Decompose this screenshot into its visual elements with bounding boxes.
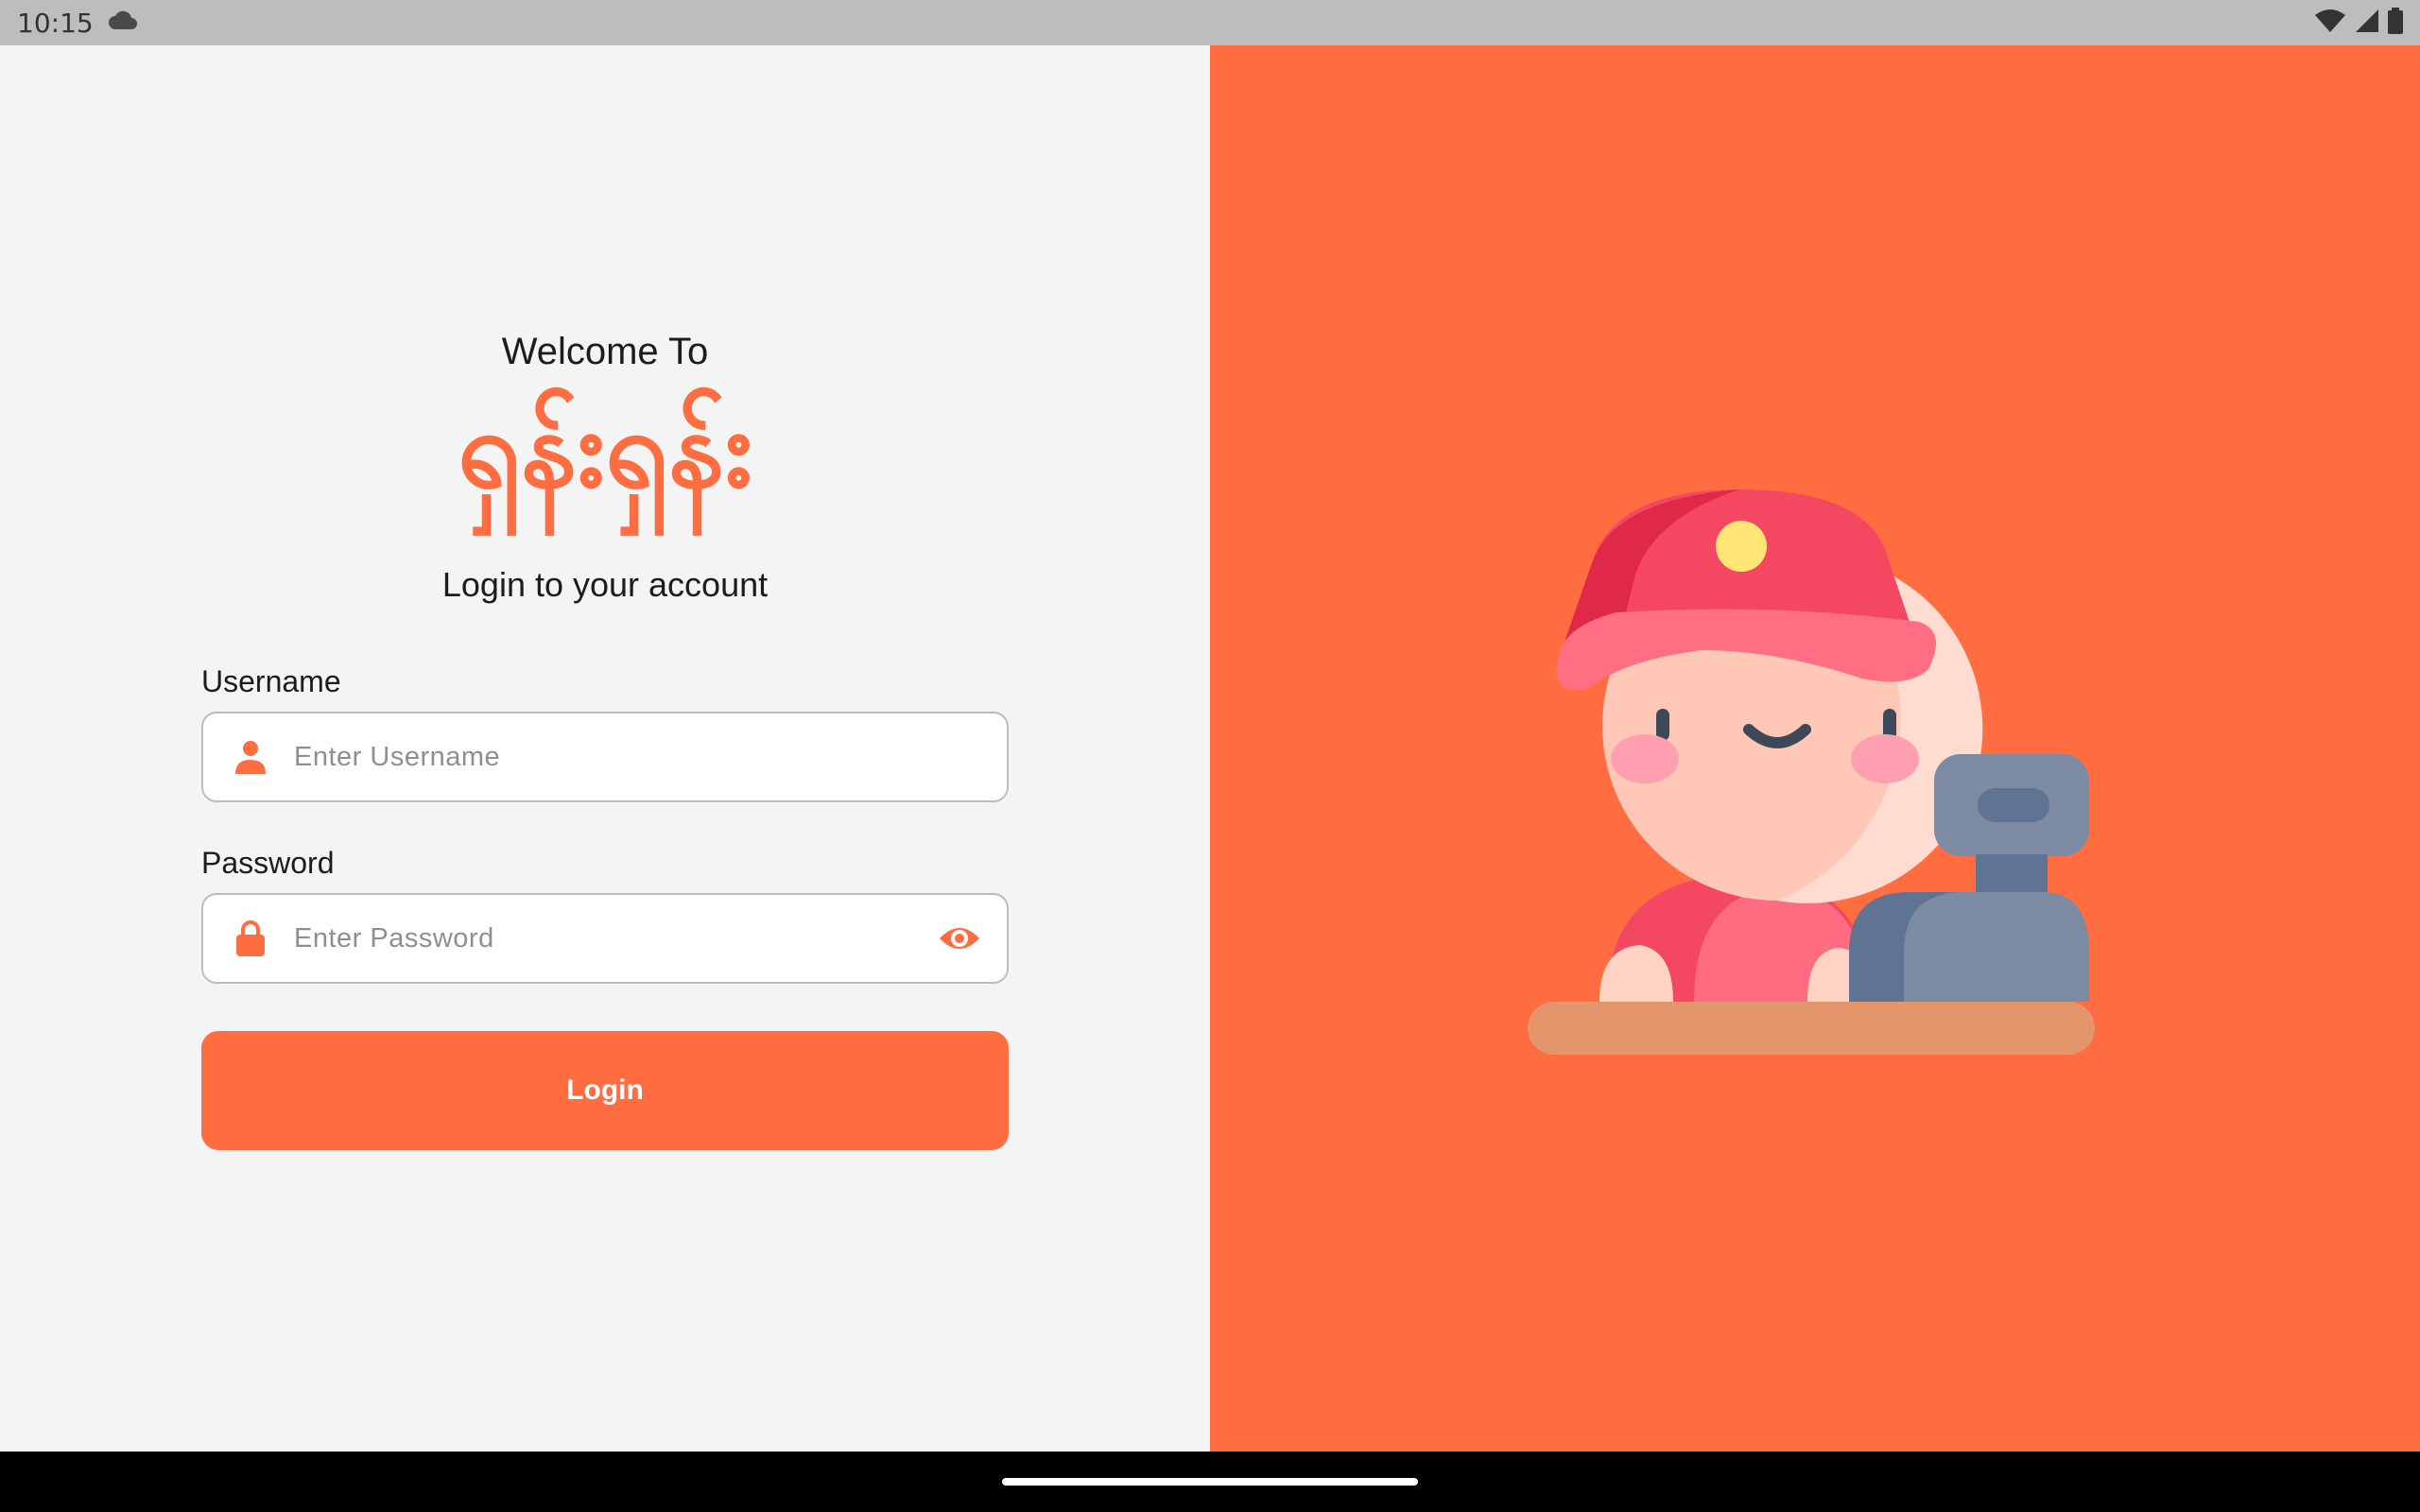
username-label: Username [201,664,341,698]
eye-icon[interactable] [935,914,984,963]
login-subtitle: Login to your account [441,565,769,604]
main-area: Welcome To ရှန်းရှန်း Login to your acco… [0,45,2420,1452]
password-input[interactable] [292,921,935,955]
status-left: 10:15 [17,8,139,39]
status-time: 10:15 [17,7,94,39]
battery-icon [2388,7,2403,39]
status-right [2314,7,2403,39]
cloud-icon [107,10,139,36]
login-button[interactable]: Login [201,1031,1009,1150]
welcome-text: Welcome To [501,331,709,372]
person-icon [230,736,271,778]
login-pane: Welcome To ရှန်းရှန်း Login to your acco… [0,45,1210,1452]
app-name: ရှန်းရှန်း [457,385,753,512]
navigation-bar [0,1452,2420,1512]
password-label: Password [201,846,335,880]
cashier-character-icon [1528,490,2095,1055]
password-field[interactable] [201,893,1009,984]
home-indicator[interactable] [1002,1478,1418,1486]
username-input[interactable] [292,740,984,774]
username-field[interactable] [201,712,1009,802]
wifi-icon [2314,8,2346,39]
status-bar: 10:15 [0,0,2420,45]
lock-icon [230,918,271,959]
signal-icon [2354,8,2380,39]
illustration-pane [1210,45,2420,1452]
